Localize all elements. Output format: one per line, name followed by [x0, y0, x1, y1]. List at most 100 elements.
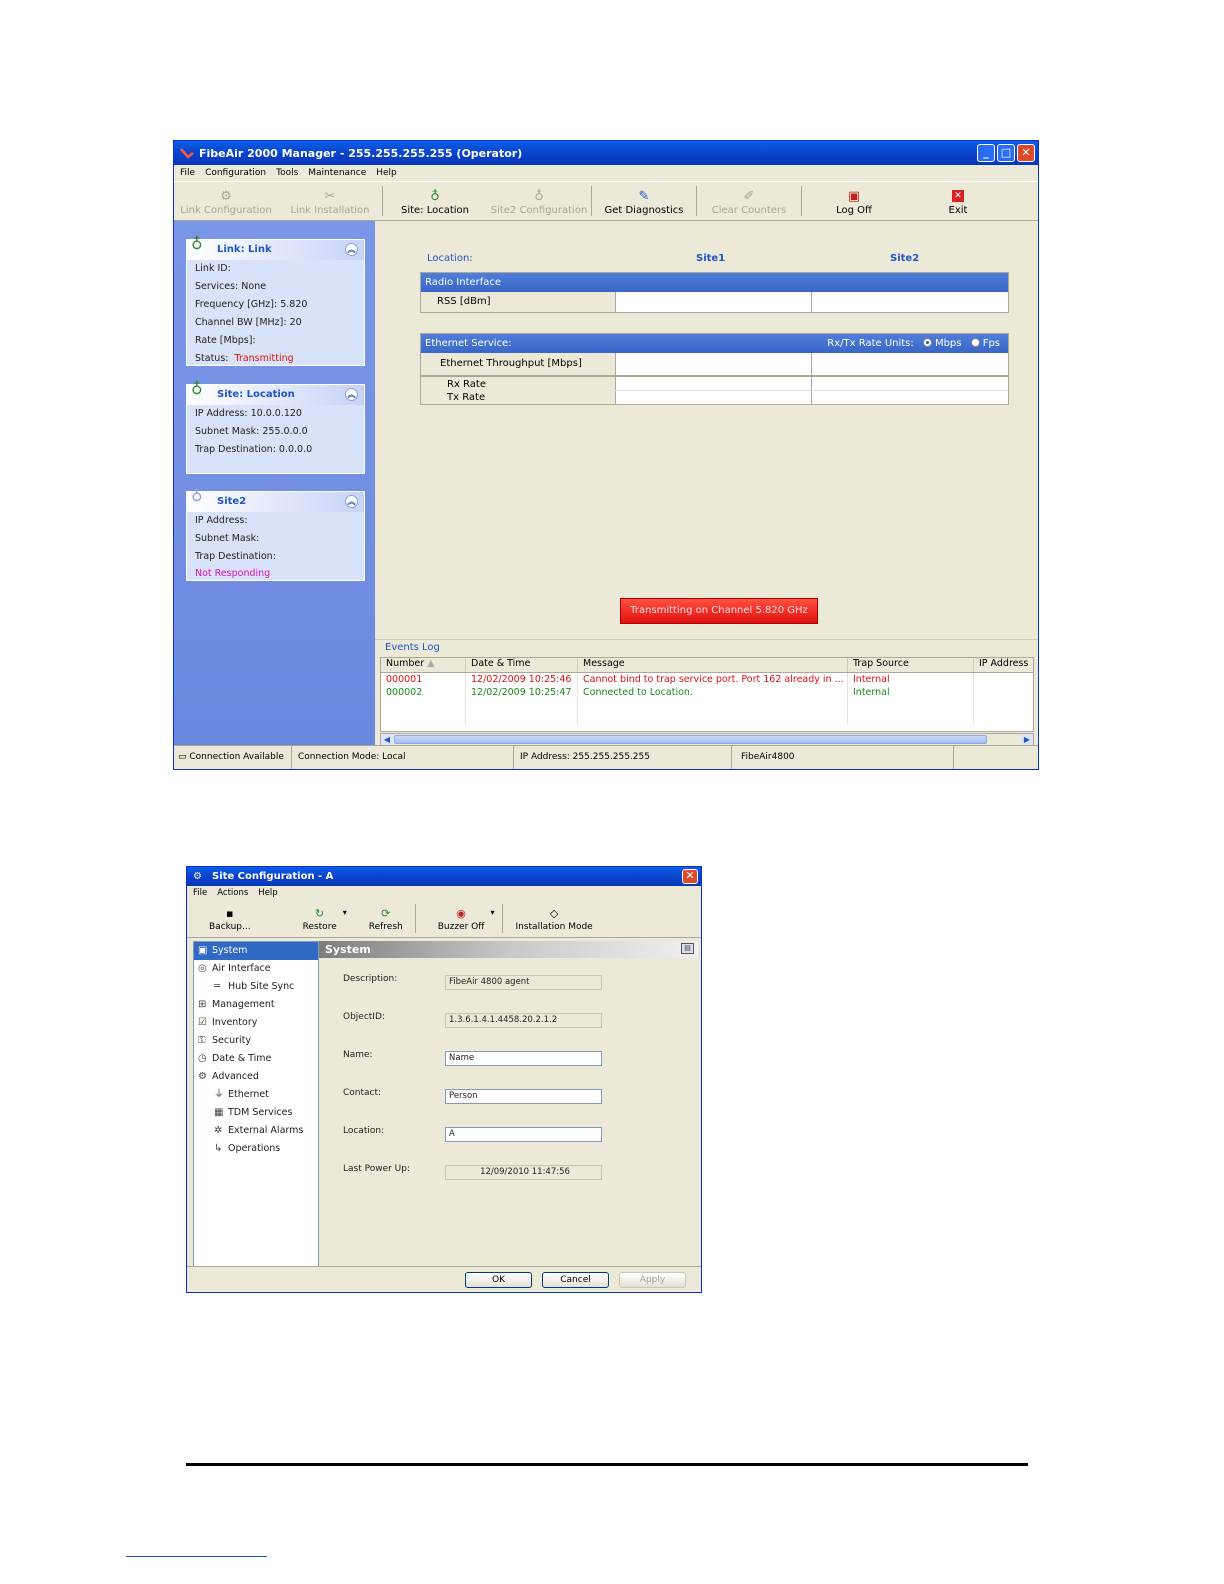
- rx-rate-label: Rx Rate: [421, 377, 615, 390]
- site2-configuration-button[interactable]: ♁ Site2 Configuration: [487, 182, 591, 220]
- table-row[interactable]: 000001 12/02/2009 10:25:46 Cannot bind to …: [381, 673, 1033, 686]
- tree-item-inventory[interactable]: ☑ Inventory: [194, 1014, 318, 1032]
- link-panel-header[interactable]: ♁ Link: Link ︽: [187, 234, 364, 260]
- menu-bar: File Configuration Tools Maintenance Hel…: [174, 165, 1038, 181]
- gear-icon: ⚙: [198, 1071, 207, 1082]
- alarm-icon: ✲: [214, 1125, 223, 1136]
- buzzer-off-button[interactable]: ◉ Buzzer Off: [416, 900, 491, 937]
- menu-help[interactable]: Help: [376, 168, 397, 178]
- security-icon: ⚿: [198, 1035, 206, 1046]
- table-cell-ip: [974, 699, 1033, 712]
- system-form: System ▤ Description: FibeAir 4800 agent Ob…: [319, 941, 698, 1267]
- log-off-icon: ▣: [847, 189, 861, 204]
- exit-icon: ✕: [952, 190, 964, 202]
- menu-bar: File Actions Help: [187, 886, 701, 900]
- main-content: Location: Site1 Site2 Radio Interface RS…: [375, 221, 1038, 636]
- tree-item-management[interactable]: ⊞ Management: [194, 996, 318, 1014]
- installation-mode-button[interactable]: ◇ Installation Mode: [503, 900, 604, 937]
- table-cell-number: 000002: [381, 686, 466, 699]
- backup-button[interactable]: ▪ Backup...: [187, 900, 263, 937]
- rss-site1: [615, 292, 811, 312]
- menu-file[interactable]: File: [193, 888, 207, 898]
- mbps-label: Mbps: [934, 338, 962, 349]
- dialog-buttons: OK Cancel Apply: [187, 1266, 701, 1292]
- ethernet-service-group: Ethernet Service: Rx/Tx Rate Units: Mbps…: [420, 333, 1009, 405]
- connection-mode: Connection Mode: Local: [292, 746, 514, 769]
- title-bar: ⚙ Site Configuration - A ✕: [187, 867, 701, 886]
- table-cell-number: [381, 712, 466, 725]
- mbps-radio[interactable]: [922, 338, 932, 347]
- tree-item-ethernet[interactable]: ⏚ Ethernet: [194, 1086, 318, 1104]
- tree-item-date-time[interactable]: ◷ Date & Time: [194, 1050, 318, 1068]
- table-cell-source: [848, 712, 974, 725]
- scroll-left-icon[interactable]: ◀: [381, 734, 393, 745]
- name-label: Name:: [343, 1050, 373, 1060]
- table-row[interactable]: [381, 712, 1033, 725]
- link-installation-button[interactable]: ✂ Link Installation: [278, 182, 382, 220]
- sort-asc-icon: ▲: [427, 658, 435, 669]
- get-diagnostics-button[interactable]: ✎ Get Diagnostics: [592, 182, 696, 220]
- log-off-button[interactable]: ▣ Log Off: [802, 182, 906, 220]
- apply-button[interactable]: Apply: [619, 1272, 686, 1288]
- menu-file[interactable]: File: [180, 168, 195, 178]
- scroll-thumb[interactable]: [394, 735, 987, 744]
- collapse-icon[interactable]: ︽: [345, 495, 358, 508]
- clock-icon: ◷: [198, 1053, 207, 1064]
- close-button[interactable]: ✕: [1017, 144, 1035, 162]
- link-configuration-button[interactable]: ⚙ Link Configuration: [174, 182, 278, 220]
- scroll-right-icon[interactable]: ▶: [1021, 734, 1033, 745]
- section-options-icon[interactable]: ▤: [681, 943, 694, 954]
- collapse-icon[interactable]: ︽: [345, 243, 358, 256]
- transmit-status-banner: Transmitting on Channel 5.820 GHz: [620, 598, 818, 624]
- tree-item-tdm-services[interactable]: ▦ TDM Services: [194, 1104, 318, 1122]
- minimize-button[interactable]: _: [977, 144, 995, 162]
- buzzer-dropdown-icon[interactable]: ▾: [490, 908, 494, 937]
- fibeair-manager-window: FibeAir 2000 Manager - 255.255.255.255 (…: [173, 140, 1039, 770]
- table-cell-message: Cannot bind to trap service port. Port 1…: [578, 673, 848, 686]
- table-row[interactable]: [381, 699, 1033, 712]
- name-field[interactable]: Name: [445, 1051, 602, 1066]
- tree-item-system[interactable]: ▣ System: [194, 942, 318, 960]
- menu-configuration[interactable]: Configuration: [205, 168, 266, 178]
- refresh-icon: ⟳: [381, 907, 391, 920]
- menu-actions[interactable]: Actions: [217, 888, 248, 898]
- diagnostics-icon: ✎: [638, 189, 650, 204]
- col-datetime[interactable]: Date & Time: [466, 658, 578, 672]
- menu-maintenance[interactable]: Maintenance: [308, 168, 366, 178]
- site-config-icon: ⚙: [193, 870, 202, 882]
- menu-help[interactable]: Help: [258, 888, 277, 898]
- tree-item-operations[interactable]: ↳ Operations: [194, 1140, 318, 1158]
- refresh-button[interactable]: ⟳ Refresh: [347, 900, 415, 937]
- tree-item-security[interactable]: ⚿ Security: [194, 1032, 318, 1050]
- inventory-icon: ☑: [198, 1017, 207, 1028]
- exit-button[interactable]: ✕ Exit: [906, 182, 1010, 220]
- menu-tools[interactable]: Tools: [276, 168, 298, 178]
- col-ip-address[interactable]: IP Address: [974, 658, 1033, 672]
- collapse-icon[interactable]: ︽: [345, 388, 358, 401]
- device-model: FibeAir4800: [732, 746, 954, 769]
- site1-panel-header[interactable]: ♁ Site: Location ︽: [187, 379, 364, 405]
- contact-field[interactable]: Person: [445, 1089, 602, 1104]
- cancel-button[interactable]: Cancel: [542, 1272, 609, 1288]
- rss-site2: [811, 292, 1008, 312]
- tree-item-hub-site-sync[interactable]: ═ Hub Site Sync: [194, 978, 318, 996]
- fps-radio[interactable]: [970, 338, 980, 347]
- close-button[interactable]: ✕: [682, 869, 698, 884]
- tree-item-advanced[interactable]: ⚙ Advanced: [194, 1068, 318, 1086]
- site2-panel-header[interactable]: ♁ Site2 ︽: [187, 486, 364, 512]
- link-icon: ♁: [191, 234, 203, 253]
- site-location-button[interactable]: ♁ Site: Location: [383, 182, 487, 220]
- tree-item-external-alarms[interactable]: ✲ External Alarms: [194, 1122, 318, 1140]
- site1-subnet: Subnet Mask: 255.0.0.0: [195, 426, 308, 437]
- location-field[interactable]: A: [445, 1127, 602, 1142]
- maximize-button[interactable]: □: [997, 144, 1015, 162]
- tree-item-air-interface[interactable]: ◎ Air Interface: [194, 960, 318, 978]
- col-message[interactable]: Message: [578, 658, 848, 672]
- clear-counters-button[interactable]: ✐ Clear Counters: [697, 182, 801, 220]
- restore-button[interactable]: ↻ Restore: [263, 900, 343, 937]
- ok-button[interactable]: OK: [465, 1272, 532, 1288]
- connection-icon: ▭: [178, 752, 187, 762]
- table-row[interactable]: 000002 12/02/2009 10:25:47 Connected to Lo…: [381, 686, 1033, 699]
- col-number[interactable]: Number ▲: [381, 658, 466, 672]
- col-trap-source[interactable]: Trap Source: [848, 658, 974, 672]
